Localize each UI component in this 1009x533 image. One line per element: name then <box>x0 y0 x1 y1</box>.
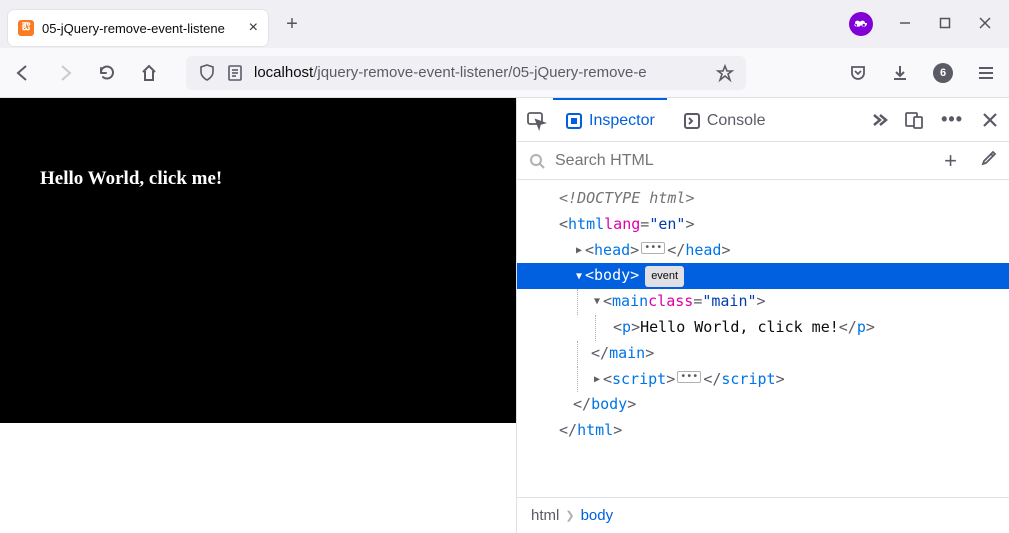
tree-paragraph[interactable]: <p>Hello World, click me!</p> <box>517 315 1009 341</box>
tab-inspector-label: Inspector <box>589 112 655 130</box>
kebab-menu-icon[interactable]: ••• <box>941 109 963 130</box>
html-tree[interactable]: <!DOCTYPE html> <html lang="en"> ▶ <head… <box>517 180 1009 497</box>
browser-tab[interactable]: ఔ 05-jQuery-remove-event-listene × <box>8 10 268 46</box>
crumb-body[interactable]: body <box>581 507 614 524</box>
tree-head[interactable]: ▶ <head>••• </head> <box>517 238 1009 264</box>
element-picker-icon[interactable] <box>527 111 545 129</box>
url-bar[interactable]: localhost/jquery-remove-event-listener/0… <box>186 56 746 90</box>
page-body[interactable]: Hello World, click me! <box>0 98 516 423</box>
more-tabs-icon[interactable] <box>869 111 887 129</box>
maximize-button[interactable] <box>937 16 953 32</box>
back-button[interactable] <box>14 64 32 82</box>
forward-button[interactable] <box>56 64 74 82</box>
tab-console-label: Console <box>707 112 766 130</box>
tab-inspector[interactable]: Inspector <box>553 98 667 142</box>
reload-button[interactable] <box>98 64 116 82</box>
site-info-icon[interactable] <box>226 64 244 82</box>
hello-paragraph[interactable]: Hello World, click me! <box>40 168 476 190</box>
nav-toolbar: localhost/jquery-remove-event-listener/0… <box>0 48 1009 98</box>
app-menu-icon[interactable] <box>977 64 995 82</box>
tree-html-open[interactable]: <html lang="en"> <box>517 212 1009 238</box>
url-text: localhost/jquery-remove-event-listener/0… <box>254 64 706 81</box>
minimize-button[interactable] <box>897 16 913 32</box>
content-split: Hello World, click me! Inspector Console… <box>0 98 1009 533</box>
window-controls <box>897 16 993 32</box>
tab-title: 05-jQuery-remove-event-listene <box>42 21 241 36</box>
responsive-mode-icon[interactable] <box>905 111 923 129</box>
shield-icon[interactable] <box>198 64 216 82</box>
search-icon <box>529 153 545 169</box>
downloads-icon[interactable] <box>891 64 909 82</box>
tree-html-close[interactable]: </html> <box>517 418 1009 444</box>
home-button[interactable] <box>140 64 158 82</box>
tree-main-close[interactable]: </main> <box>517 341 1009 367</box>
tree-main-open[interactable]: ▼ <main class="main"> <box>517 289 1009 315</box>
eyedropper-icon[interactable] <box>979 150 997 171</box>
tab-bar: ఔ 05-jQuery-remove-event-listene × + <box>0 0 1009 48</box>
chevron-right-icon: ❯ <box>565 509 574 522</box>
private-browsing-icon <box>849 12 873 36</box>
devtools-panel: Inspector Console ••• + <!DOCT <box>516 98 1009 533</box>
pocket-icon[interactable] <box>849 64 867 82</box>
html-search-input[interactable] <box>553 151 936 171</box>
tab-console[interactable]: Console <box>671 98 778 142</box>
tree-body-open[interactable]: ▼ <body>event <box>517 263 1009 289</box>
new-tab-button[interactable]: + <box>276 13 308 36</box>
breadcrumb-bar: html ❯ body <box>517 497 1009 533</box>
close-devtools-icon[interactable] <box>981 111 999 129</box>
tree-script[interactable]: ▶ <script>••• </script> <box>517 367 1009 393</box>
tree-body-close[interactable]: </body> <box>517 392 1009 418</box>
devtools-tabbar: Inspector Console ••• <box>517 98 1009 142</box>
bookmark-star-icon[interactable] <box>716 64 734 82</box>
close-window-button[interactable] <box>977 16 993 32</box>
event-badge[interactable]: event <box>645 266 684 287</box>
add-node-icon[interactable]: + <box>944 148 957 174</box>
close-tab-icon[interactable]: × <box>249 19 258 37</box>
xampp-favicon-icon: ఔ <box>18 20 34 36</box>
page-viewport: Hello World, click me! <box>0 98 516 533</box>
tree-doctype[interactable]: <!DOCTYPE html> <box>517 186 1009 212</box>
crumb-html[interactable]: html <box>531 507 559 524</box>
notification-badge[interactable]: 6 <box>933 63 953 83</box>
html-search-bar: + <box>517 142 1009 180</box>
